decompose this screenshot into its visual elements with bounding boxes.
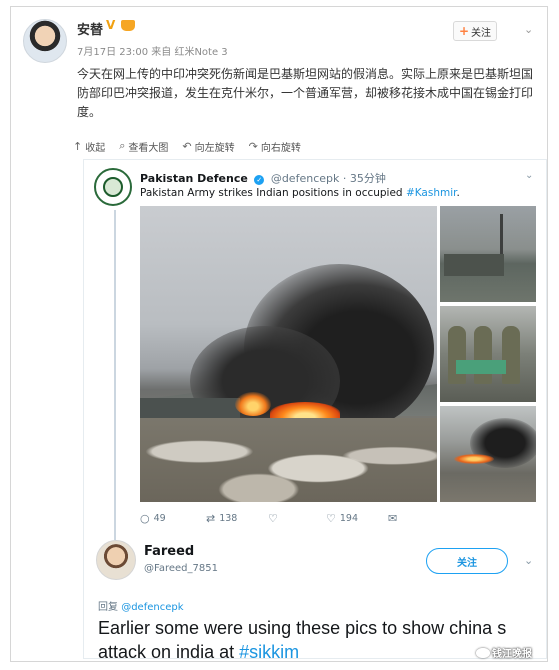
screenshot-frame: 安替 V 7月17日 23:00 来自 红米Note 3 + 关注 ⌄ 今天在网… bbox=[10, 6, 548, 662]
collapse-button[interactable]: ↑ 收起 bbox=[73, 139, 105, 154]
tweet-handle-time: @defencepk · 35分钟 bbox=[270, 172, 386, 185]
verified-icon: ✓ bbox=[254, 175, 265, 185]
rotate-left-icon: ↶ bbox=[182, 139, 192, 153]
heart-icon: ♡ bbox=[268, 512, 278, 525]
rotate-right-icon: ↷ bbox=[248, 139, 258, 153]
tweet-text-suffix: . bbox=[456, 187, 460, 199]
reply-text-prefix: Earlier some were using these pics to sh… bbox=[98, 618, 507, 662]
reply-author-avatar[interactable] bbox=[96, 540, 136, 580]
retweet-count-value: 138 bbox=[219, 513, 238, 524]
reply-follow-button[interactable]: 关注 bbox=[426, 548, 508, 574]
weibo-logo-icon bbox=[476, 648, 490, 658]
vip-crown-icon bbox=[121, 20, 135, 31]
tweet-text-prefix: Pakistan Army strikes Indian positions i… bbox=[140, 187, 406, 199]
replying-to: 回复 @defencepk bbox=[98, 598, 184, 613]
retweet-count[interactable]: ⇄ 138 bbox=[206, 512, 237, 525]
side-photo-smoke bbox=[440, 406, 536, 502]
reply-author-name[interactable]: Fareed bbox=[144, 544, 194, 559]
post-body: 今天在网上传的中印冲突死伤新闻是巴基斯坦网站的假消息。实际上原来是巴基斯坦国防部… bbox=[77, 67, 534, 119]
tweet-stats: ○ 49 ⇄ 138 ♡ ♡ 194 ✉ bbox=[140, 512, 440, 528]
collapse-label: 收起 bbox=[85, 142, 106, 154]
tweet-header: Pakistan Defence ✓ @defencepk · 35分钟 bbox=[140, 170, 386, 186]
heart-action[interactable]: ♡ bbox=[268, 512, 282, 525]
retweet-icon: ⇄ bbox=[206, 512, 216, 525]
like-count[interactable]: ♡ 194 bbox=[326, 512, 358, 525]
rotate-right-button[interactable]: ↷ 向右旋转 bbox=[249, 139, 301, 154]
pakistan-defence-logo bbox=[94, 168, 132, 206]
like-icon: ♡ bbox=[326, 512, 336, 525]
tweet-account-name: Pakistan Defence bbox=[140, 172, 248, 185]
side-photo-vehicles bbox=[440, 206, 536, 302]
view-large-button[interactable]: ⌕ 查看大图 bbox=[119, 139, 168, 154]
post-meta: 7月17日 23:00 来自 红米Note 3 bbox=[77, 47, 228, 58]
thread-line bbox=[114, 210, 116, 540]
watermark-text: 钱江晚报 bbox=[492, 649, 532, 660]
tweet-text: Pakistan Army strikes Indian positions i… bbox=[140, 187, 460, 199]
plus-icon: + bbox=[458, 24, 470, 38]
follow-label: 关注 bbox=[471, 27, 492, 39]
like-count-value: 194 bbox=[339, 513, 359, 524]
rotate-left-label: 向左旋转 bbox=[194, 142, 235, 154]
chevron-down-icon[interactable]: ⌄ bbox=[524, 23, 533, 36]
author-name[interactable]: 安替 bbox=[77, 19, 103, 38]
author-avatar[interactable] bbox=[23, 19, 67, 63]
message-action[interactable]: ✉ bbox=[388, 512, 401, 525]
rotate-right-label: 向右旋转 bbox=[260, 142, 301, 154]
rotate-left-button[interactable]: ↶ 向左旋转 bbox=[182, 139, 234, 154]
reply-text: Earlier some were using these pics to sh… bbox=[98, 616, 538, 664]
tweet-hashtag: #Kashmir bbox=[405, 187, 457, 199]
envelope-icon: ✉ bbox=[388, 512, 398, 525]
reply-hashtag[interactable]: #sikkim bbox=[239, 642, 299, 662]
reply-count-value: 49 bbox=[153, 513, 166, 524]
tweet-chevron-icon: ⌄ bbox=[525, 170, 534, 181]
watermark: 钱江晚报 bbox=[476, 645, 532, 660]
main-photo-smoke-fire bbox=[140, 206, 437, 502]
zoom-icon: ⌕ bbox=[119, 139, 126, 152]
image-toolbar: ↑ 收起 ⌕ 查看大图 ↶ 向左旋转 ↷ 向右旋转 bbox=[11, 135, 547, 157]
replying-label: 回复 bbox=[98, 602, 118, 613]
embedded-tweet-screenshot[interactable]: Pakistan Defence ✓ @defencepk · 35分钟 ⌄ P… bbox=[83, 159, 547, 662]
collapse-icon: ↑ bbox=[73, 139, 83, 153]
side-photo-soldiers bbox=[440, 306, 536, 402]
reply-count[interactable]: ○ 49 bbox=[140, 512, 166, 525]
verified-v-icon: V bbox=[106, 18, 116, 32]
reply-author-handle: @Fareed_7851 bbox=[144, 563, 218, 574]
follow-button[interactable]: + 关注 bbox=[453, 21, 497, 41]
replying-to-handle[interactable]: @defencepk bbox=[121, 602, 183, 613]
reply-chevron-icon[interactable]: ⌄ bbox=[524, 554, 533, 567]
view-large-label: 查看大图 bbox=[128, 142, 169, 154]
reply-icon: ○ bbox=[140, 512, 150, 525]
